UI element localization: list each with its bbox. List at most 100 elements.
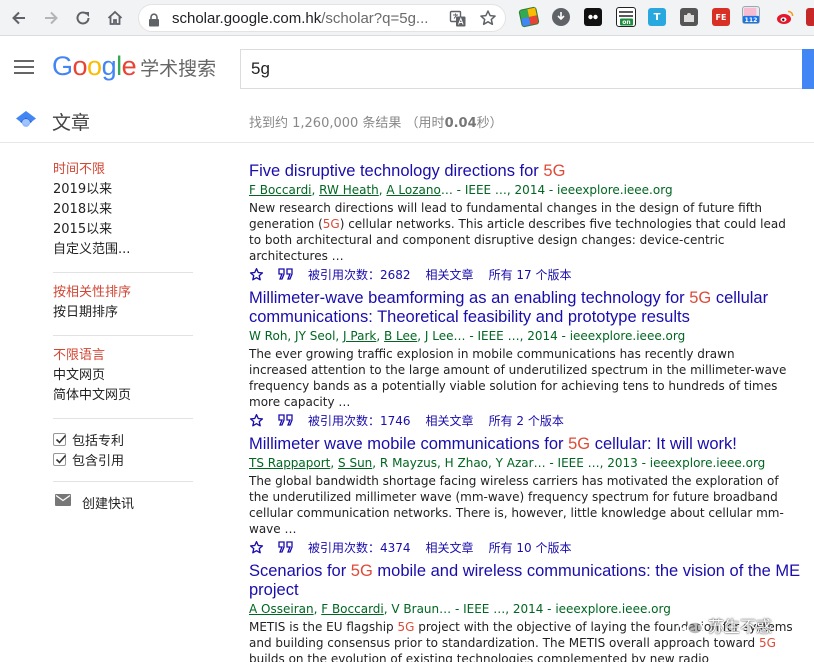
logo-letter: o [72,51,88,81]
sort-date[interactable]: 按日期排序 [53,303,203,323]
related-articles-link[interactable]: 相关文章 [426,266,474,283]
author-link[interactable]: J Park [343,329,376,343]
result-authors: TS Rappaport, S Sun, R Mayzus, H Zhao, Y… [249,456,766,470]
cited-by-link[interactable]: 被引用次数：4374 [308,539,411,556]
sidebar-divider [53,481,193,482]
author-link[interactable]: RW Heath [319,183,379,197]
author-link[interactable]: A Osseiran [249,602,314,616]
search-button[interactable] [802,49,814,89]
author-link[interactable]: F Boccardi [249,183,312,197]
lang-chinese-filter[interactable]: 中文网页 [53,366,203,386]
result-stats: 找到约 1,260,000 条结果 （用时0.04秒） [249,116,503,131]
result-title-link[interactable]: Scenarios for 5G mobile and wireless com… [249,562,814,600]
result-title-link[interactable]: Millimeter wave mobile communications fo… [249,435,814,454]
back-button[interactable] [8,7,30,29]
watermark-text: 苏生不惑 [708,617,773,636]
address-bar[interactable]: scholar.google.com.hk/scholar?q=5g... [138,4,506,32]
sidebar-divider [53,272,193,273]
save-star-icon[interactable] [249,267,264,282]
search-box [240,49,804,89]
include-citations-checkbox[interactable]: 包含引用 [53,449,203,469]
include-patents-label: 包括专利 [72,433,125,449]
result-actions: 被引用次数：4374 相关文章 所有 10 个版本 [249,537,814,557]
extension-on-toggle-icon[interactable]: on [616,7,636,27]
google-wordmark: Google [52,51,137,81]
result-title-link[interactable]: Millimeter-wave beamforming as an enabli… [249,289,814,327]
author-link[interactable]: TS Rappaport [249,456,330,470]
extension-partial-icon[interactable] [806,8,814,26]
result-actions: 被引用次数：1746 相关文章 所有 2 个版本 [249,410,814,430]
result-item: Millimeter-wave beamforming as an enabli… [249,289,814,430]
section-title[interactable]: 文章 [52,108,90,135]
cite-quote-icon[interactable] [278,268,294,280]
logo-letter: g [101,51,117,81]
time-custom-range[interactable]: 自定义范围... [53,240,203,260]
author-link[interactable]: S Sun [338,456,372,470]
time-2018-filter[interactable]: 2018以来 [53,200,203,220]
translate-icon[interactable] [449,10,467,32]
reload-icon [76,11,90,25]
scholar-header: Google 学术搜索 [0,37,814,99]
author-link[interactable]: B Lee [384,329,417,343]
wechat-watermark: 苏生不惑 [678,613,772,637]
result-title-link[interactable]: Five disruptive technology directions fo… [249,162,814,181]
svg-text:112: 112 [745,17,758,24]
cited-by-link[interactable]: 被引用次数：1746 [308,412,411,429]
browser-toolbar: scholar.google.com.hk/scholar?q=5g... on… [0,0,814,36]
result-snippet: The global bandwidth shortage facing wir… [249,474,784,536]
related-articles-link[interactable]: 相关文章 [426,539,474,556]
mail-icon [55,494,71,510]
bookmark-star-icon[interactable] [479,9,497,31]
filter-sidebar: 时间不限 2019以来 2018以来 2015以来 自定义范围... 按相关性排… [53,160,203,512]
extension-fe-icon[interactable]: FE [712,8,730,26]
extension-t-icon[interactable]: T [648,8,666,26]
time-2019-filter[interactable]: 2019以来 [53,180,203,200]
extension-112-icon[interactable]: 112 [742,6,760,24]
logo-subtitle: 学术搜索 [140,58,217,80]
result-snippet: New research directions will lead to fun… [249,201,786,263]
cite-quote-icon[interactable] [278,541,294,553]
search-input[interactable] [241,50,804,88]
google-scholar-logo[interactable]: Google 学术搜索 [52,51,216,82]
sidebar-divider [53,335,193,336]
lang-any-filter[interactable]: 不限语言 [53,346,203,366]
time-2015-filter[interactable]: 2015以来 [53,220,203,240]
save-star-icon[interactable] [249,413,264,428]
cite-quote-icon[interactable] [278,414,294,426]
all-versions-link[interactable]: 所有 2 个版本 [489,412,564,429]
forward-button[interactable] [40,7,62,29]
extension-colorful-icon[interactable] [518,6,540,28]
create-alert-label: 创建快讯 [82,496,135,512]
sidebar-divider [53,418,193,419]
results-subheader: 文章 找到约 1,260,000 条结果 （用时0.04秒） [0,99,814,143]
related-articles-link[interactable]: 相关文章 [426,412,474,429]
weibo-icon[interactable] [776,8,794,26]
extension-puzzle-icon[interactable] [680,8,698,26]
checkbox-checked-icon[interactable] [53,432,67,446]
result-authors: W Roh, JY Seol, J Park, B Lee, J Lee… - … [249,329,686,343]
result-actions: 被引用次数：2682 相关文章 所有 17 个版本 [249,264,814,284]
logo-letter: G [52,51,73,81]
author-link[interactable]: F Boccardi [321,602,384,616]
lock-icon [148,12,160,31]
lang-simplified-chinese-filter[interactable]: 简体中文网页 [53,386,203,406]
save-star-icon[interactable] [249,540,264,555]
create-alert-link[interactable]: 创建快讯 [53,492,203,512]
checkbox-checked-icon[interactable] [53,452,67,466]
hamburger-menu-icon[interactable] [14,60,34,76]
svg-text:on: on [622,19,630,26]
include-patents-checkbox[interactable]: 包括专利 [53,429,203,449]
all-versions-link[interactable]: 所有 17 个版本 [489,266,572,283]
home-icon [107,10,123,25]
author-link[interactable]: A Lozano [386,183,440,197]
cited-by-link[interactable]: 被引用次数：2682 [308,266,411,283]
all-versions-link[interactable]: 所有 10 个版本 [489,539,572,556]
download-extension-icon[interactable] [552,8,570,26]
sort-relevance[interactable]: 按相关性排序 [53,283,203,303]
home-button[interactable] [104,7,126,29]
reload-button[interactable] [72,7,94,29]
back-arrow-icon [12,11,25,25]
time-any-filter[interactable]: 时间不限 [53,160,203,180]
result-snippet: The ever growing traffic explosion in mo… [249,347,787,409]
extension-dark-icon[interactable] [584,8,602,26]
